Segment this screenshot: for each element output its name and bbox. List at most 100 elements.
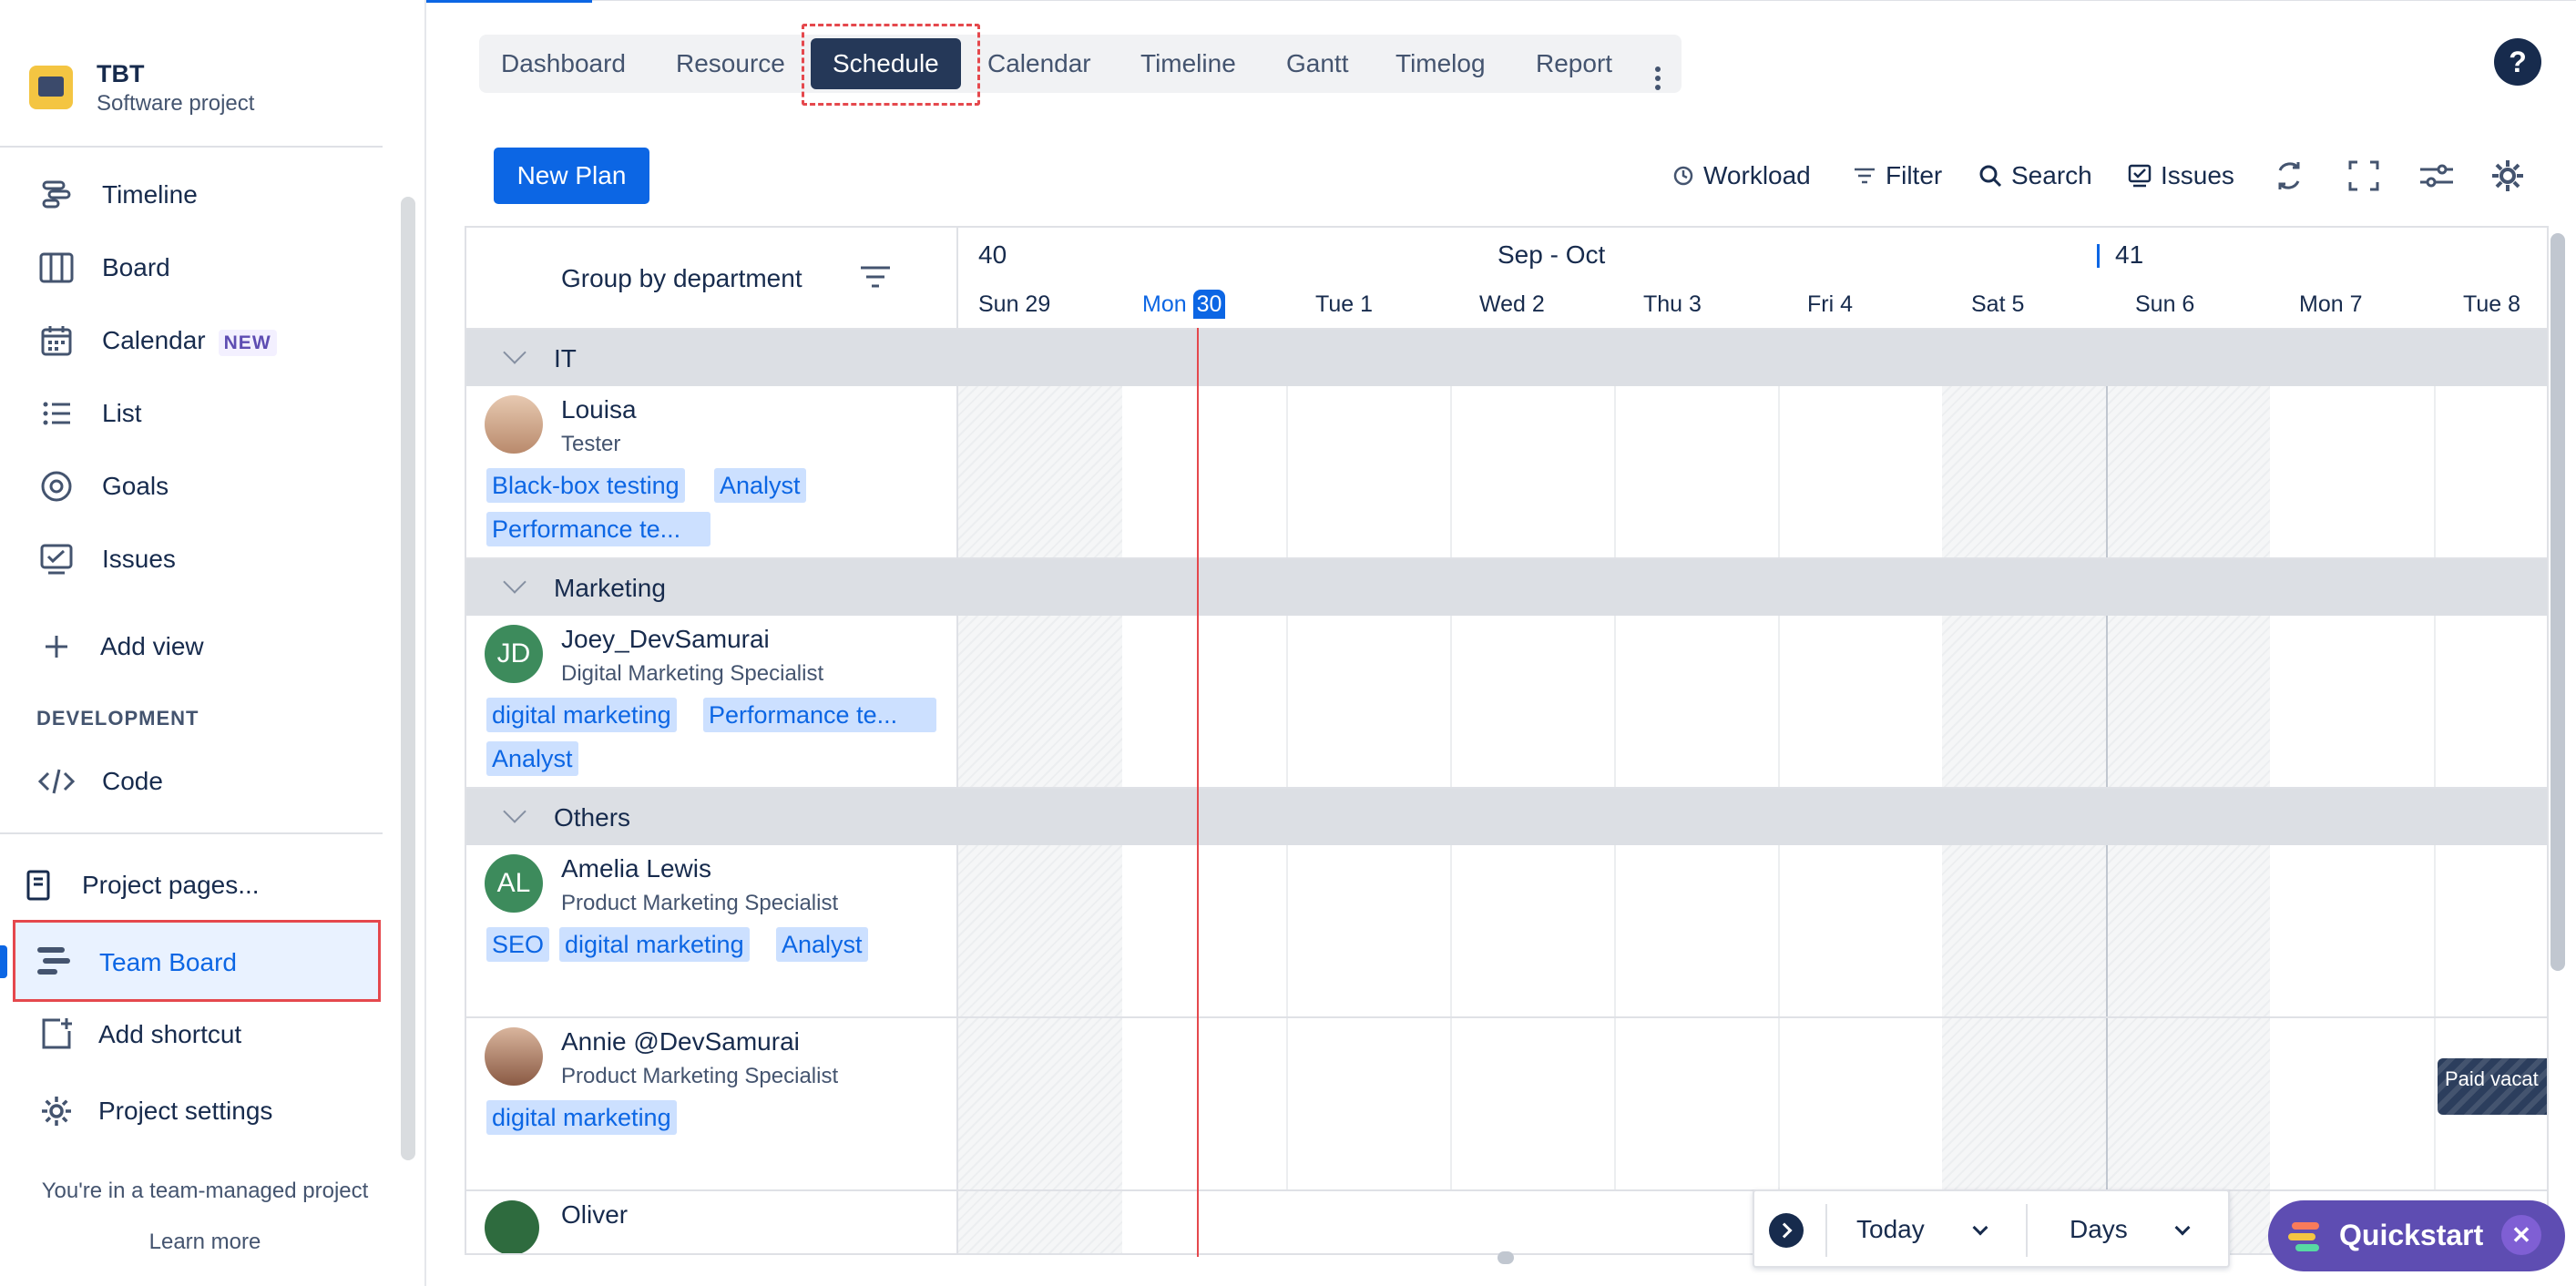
workload-button[interactable]: Workload [1672, 157, 1811, 195]
resource-row[interactable]: Annie @DevSamurai Product Marketing Spec… [466, 1018, 958, 1191]
day-label: Thu 3 [1643, 291, 1702, 317]
more-tabs-icon[interactable] [1654, 53, 1661, 90]
chevron-down-icon[interactable] [2174, 1220, 2191, 1236]
board-icon [36, 248, 77, 288]
skill-tag: Performance te... [486, 512, 710, 546]
sidebar-item-goals[interactable]: Goals [0, 459, 401, 514]
avatar: AL [485, 854, 543, 913]
day-divider [1450, 386, 1452, 557]
sidebar-item-timeline[interactable]: Timeline [0, 168, 401, 222]
days-select[interactable]: Days [2070, 1215, 2128, 1244]
week-divider [2106, 616, 2108, 787]
issues-icon [2128, 164, 2152, 188]
sidebar-item-board[interactable]: Board [0, 240, 401, 295]
timeline-header: 40 Sep - Oct 41 Sun 29 Mon 30 Tue 1 Wed … [958, 228, 2547, 330]
horizontal-scrollbar[interactable] [1498, 1251, 1514, 1264]
settings-gear-icon[interactable] [2487, 155, 2529, 197]
chevron-down-icon[interactable] [503, 800, 526, 823]
quickstart-label: Quickstart [2339, 1219, 2484, 1251]
weekend-shade [958, 616, 1122, 787]
view-controls: Today Days [1753, 1189, 2230, 1268]
sidebar-item-label: Goals [102, 472, 169, 500]
day-divider [1778, 386, 1780, 557]
resource-row[interactable]: Oliver [466, 1191, 958, 1253]
chevron-right-icon[interactable] [1769, 1213, 1804, 1248]
page-icon [18, 865, 58, 905]
add-view-button[interactable]: Add view [0, 619, 401, 674]
workload-label: Workload [1703, 161, 1811, 189]
add-shortcut-button[interactable]: Add shortcut [0, 1007, 401, 1062]
week-divider [2106, 1018, 2108, 1189]
group-filter-icon[interactable] [860, 264, 891, 294]
filter-button[interactable]: Filter [1853, 157, 1942, 195]
chevron-down-icon[interactable] [503, 341, 526, 364]
tab-dashboard[interactable]: Dashboard [501, 35, 626, 93]
week-number: 40 [978, 240, 1007, 269]
help-icon[interactable]: ? [2494, 38, 2541, 86]
today-button[interactable]: Today [1856, 1215, 1925, 1244]
day-label: Mon 7 [2299, 291, 2363, 317]
resource-row[interactable]: JD Joey_DevSamurai Digital Marketing Spe… [466, 616, 958, 789]
chevron-down-icon[interactable] [503, 570, 526, 594]
quickstart-button[interactable]: Quickstart ✕ [2268, 1200, 2565, 1271]
close-icon[interactable]: ✕ [2501, 1215, 2541, 1255]
tab-timeline[interactable]: Timeline [1140, 35, 1236, 93]
add-shortcut-icon [36, 1015, 77, 1055]
divider [0, 832, 383, 834]
vertical-scrollbar[interactable] [2550, 233, 2565, 971]
tab-calendar[interactable]: Calendar [987, 35, 1091, 93]
fullscreen-icon[interactable] [2343, 155, 2385, 197]
section-development: DEVELOPMENT [36, 707, 199, 730]
month-range: Sep - Oct [1498, 240, 1606, 269]
sidebar-item-project-pages[interactable]: Project pages... [0, 858, 401, 913]
project-settings-label: Project settings [98, 1097, 273, 1125]
day-divider [1286, 616, 1288, 787]
filter-label: Filter [1886, 161, 1943, 189]
project-type: Software project [97, 91, 255, 116]
sidebar-item-team-board[interactable]: Team Board [13, 920, 381, 1002]
issues-button[interactable]: Issues [2128, 157, 2234, 195]
day-divider [1450, 616, 1452, 787]
team-managed-note: You're in a team-managed project [41, 1179, 369, 1203]
group-row-marketing[interactable]: Marketing [466, 559, 2547, 616]
timeline-icon [36, 175, 77, 215]
sidebar-item-label: Board [102, 253, 170, 281]
resource-row[interactable]: AL Amelia Lewis Product Marketing Specia… [466, 845, 958, 1018]
sidebar-item-list[interactable]: List [0, 386, 401, 441]
code-icon [36, 761, 77, 801]
new-plan-button[interactable]: New Plan [494, 148, 649, 204]
group-row-others[interactable]: Others [466, 789, 2547, 845]
chevron-down-icon[interactable] [1972, 1220, 1988, 1236]
search-button[interactable]: Search [1978, 157, 2092, 195]
week-divider [2106, 845, 2108, 1016]
sidebar-item-calendar[interactable]: Calendar NEW [0, 313, 401, 368]
tab-resource[interactable]: Resource [676, 35, 785, 93]
plus-icon [36, 627, 77, 667]
tab-gantt[interactable]: Gantt [1286, 35, 1348, 93]
schedule-tab-highlight [802, 24, 980, 106]
goals-icon [36, 466, 77, 506]
project-settings-button[interactable]: Project settings [0, 1084, 401, 1138]
sidebar-item-issues[interactable]: Issues [0, 532, 401, 587]
refresh-icon[interactable] [2268, 155, 2310, 197]
day-label: Fri 4 [1807, 291, 1853, 317]
person-name: Amelia Lewis [561, 854, 711, 883]
tab-timelog[interactable]: Timelog [1395, 35, 1486, 93]
sliders-icon[interactable] [2416, 155, 2458, 197]
group-row-it[interactable]: IT [466, 330, 2547, 386]
sidebar-item-label: Code [102, 767, 163, 795]
avatar [485, 395, 543, 454]
group-label: Others [554, 803, 631, 832]
tab-report[interactable]: Report [1536, 35, 1612, 93]
tab-bar: Dashboard Resource Schedule Calendar Tim… [479, 35, 1682, 93]
calendar-label: Calendar [102, 326, 206, 354]
sidebar-scrollbar[interactable] [401, 197, 415, 1160]
day-label: Sat 5 [1971, 291, 2025, 317]
add-shortcut-label: Add shortcut [98, 1020, 242, 1048]
resource-row[interactable]: Louisa Tester Black-box testing Analyst … [466, 386, 958, 559]
learn-more-link[interactable]: Learn more [0, 1230, 410, 1255]
week-divider [2106, 386, 2108, 557]
paid-vacation-event[interactable]: Paid vacat [2438, 1058, 2547, 1115]
sidebar-item-code[interactable]: Code [0, 754, 401, 809]
skill-tag: Analyst [714, 468, 806, 503]
